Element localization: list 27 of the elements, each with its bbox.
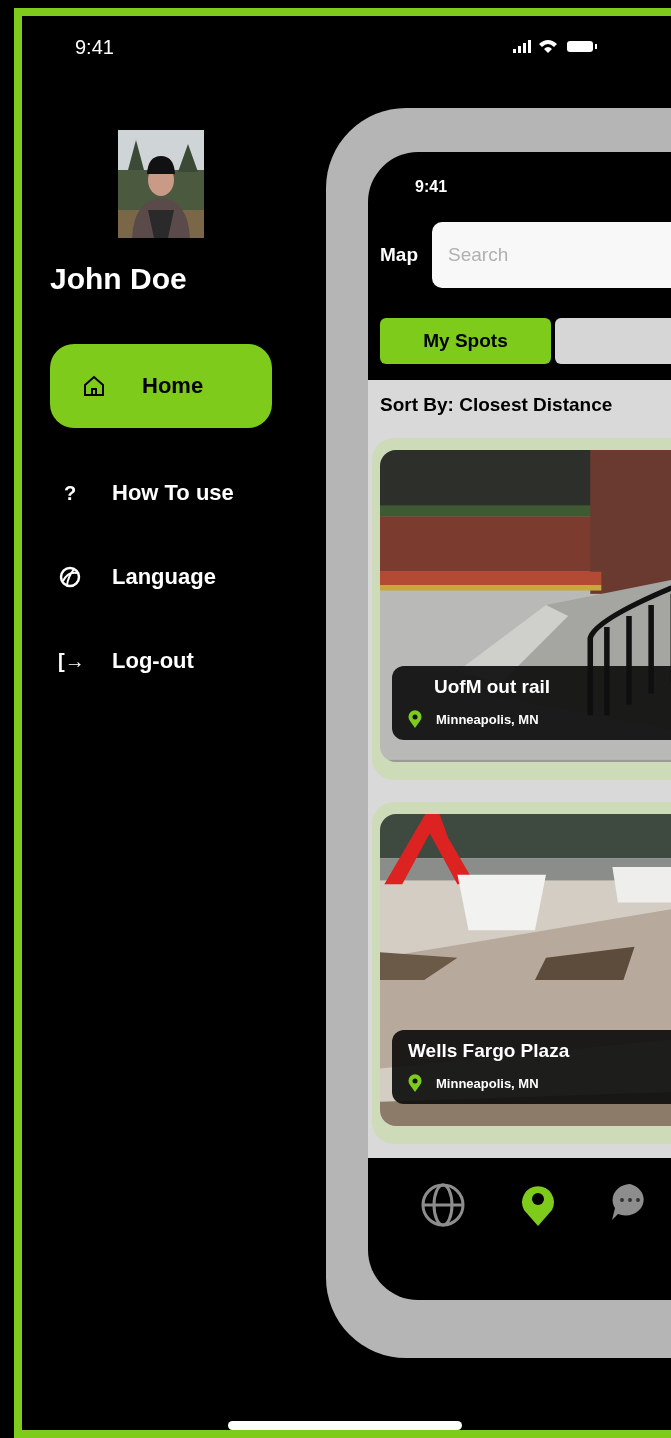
pin-icon (408, 710, 422, 728)
user-name: John Doe (50, 262, 188, 296)
pin-icon (408, 1074, 422, 1092)
sort-label: Sort By: Closest Distance (379, 394, 614, 416)
menu-icon: [→ (58, 649, 82, 673)
spot-location: Minneapolis, MN (436, 711, 539, 727)
menu-item[interactable]: [→ Log-out (50, 628, 272, 694)
menu-icon: ? (58, 481, 82, 505)
spot-card[interactable]: Wells Fargo Plaza Minneapolis, MN (372, 802, 671, 1144)
status-time: 9:41 (75, 35, 114, 59)
page-title: Map (380, 244, 418, 266)
battery-icon (567, 41, 597, 52)
menu-item[interactable]: Language (50, 544, 272, 610)
wifi-icon (539, 40, 557, 53)
home-icon (82, 374, 106, 398)
spot-name: Wells Fargo Plaza (408, 1040, 571, 1062)
menu-item[interactable]: ? How To use (50, 460, 272, 526)
spot-card[interactable]: UofM out rail Minneapolis, MN (372, 438, 671, 780)
menu-item[interactable]: Home (50, 344, 272, 428)
globe-icon (58, 565, 82, 589)
tab[interactable]: My Spots (380, 318, 551, 364)
globe-icon[interactable] (420, 1182, 466, 1228)
status-time: 9:41 (414, 177, 449, 197)
signal-icon (513, 40, 531, 53)
search-field[interactable]: Search (432, 222, 671, 288)
spot-location: Minneapolis, MN (436, 1075, 539, 1091)
spot-name: UofM out rail (433, 676, 552, 698)
